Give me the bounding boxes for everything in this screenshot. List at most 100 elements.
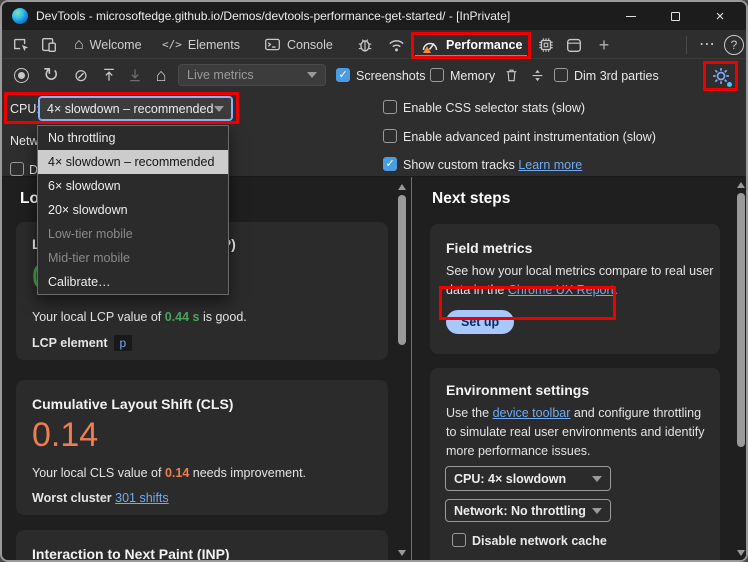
- scroll-up-icon[interactable]: [737, 182, 745, 188]
- warning-triangle-icon: [423, 46, 431, 53]
- tab-console[interactable]: Console: [264, 30, 333, 59]
- memory-panel-button[interactable]: [536, 35, 556, 55]
- help-button[interactable]: ?: [724, 35, 744, 55]
- cpu-throttle-select[interactable]: 4× slowdown – recommended: [38, 96, 233, 121]
- minimize-button[interactable]: [612, 2, 650, 30]
- history-select-value: Live metrics: [187, 68, 254, 82]
- live-metrics-home-button[interactable]: ⌂: [152, 64, 170, 86]
- chevron-down-icon: [592, 508, 602, 514]
- history-select[interactable]: Live metrics: [178, 64, 326, 86]
- inspect-cursor-icon: [12, 36, 30, 54]
- app-box-icon: [565, 36, 583, 54]
- device-toolbar-link[interactable]: device toolbar: [493, 406, 571, 420]
- load-profile-button[interactable]: [100, 66, 118, 84]
- scroll-down-icon[interactable]: [398, 550, 406, 556]
- expand-collapse-icon: [530, 67, 545, 84]
- home-icon: ⌂: [74, 37, 84, 53]
- menu-item-6x-slowdown[interactable]: 6× slowdown: [38, 174, 228, 198]
- chevron-down-icon: [307, 72, 317, 78]
- left-scrollbar[interactable]: [395, 177, 409, 562]
- right-scrollbar[interactable]: [734, 177, 748, 562]
- memory-checkbox[interactable]: [430, 68, 444, 82]
- home-icon: ⌂: [156, 66, 167, 84]
- dim-3rd-parties-checkbox[interactable]: [554, 68, 568, 82]
- refresh-icon: ↻: [43, 66, 59, 85]
- edge-logo-icon: [12, 8, 28, 24]
- help-icon: ?: [731, 39, 738, 51]
- bug-icon: [356, 36, 374, 54]
- dim-3rd-parties-label: Dim 3rd parties: [574, 69, 659, 83]
- debug-button[interactable]: [354, 35, 376, 55]
- chip-icon: [537, 36, 555, 54]
- inp-card-heading: Interaction to Next Paint (INP): [32, 546, 230, 562]
- menu-item-calibrate[interactable]: Calibrate…: [38, 270, 228, 294]
- field-metrics-heading: Field metrics: [446, 240, 532, 256]
- save-profile-button[interactable]: [126, 66, 144, 84]
- environment-line1: Use the device toolbar and configure thr…: [446, 406, 701, 420]
- menu-item-20x-slowdown[interactable]: 20× slowdown: [38, 198, 228, 222]
- clear-button[interactable]: ⊘: [72, 65, 90, 85]
- css-selector-stats-checkbox[interactable]: [383, 100, 397, 114]
- next-steps-heading: Next steps: [432, 190, 510, 208]
- collapse-sections-button[interactable]: [528, 65, 546, 85]
- trash-icon: [504, 67, 519, 83]
- notification-dot: [727, 82, 732, 87]
- set-up-button[interactable]: Set up: [446, 310, 514, 334]
- device-emulation-button[interactable]: [38, 35, 60, 55]
- env-cpu-select-value: CPU: 4× slowdown: [454, 472, 566, 486]
- learn-more-link[interactable]: Learn more: [518, 158, 582, 172]
- env-cpu-select[interactable]: CPU: 4× slowdown: [445, 466, 611, 491]
- inspect-element-button[interactable]: [10, 35, 32, 55]
- screenshots-checkbox[interactable]: [336, 68, 350, 82]
- menu-item-no-throttling[interactable]: No throttling: [38, 126, 228, 150]
- chevron-down-icon: [214, 106, 224, 112]
- menu-item-4x-slowdown[interactable]: 4× slowdown – recommended: [38, 150, 228, 174]
- tab-elements[interactable]: </> Elements: [162, 30, 240, 59]
- worst-cluster-link[interactable]: 301 shifts: [115, 491, 169, 505]
- wifi-icon: [387, 36, 406, 55]
- paint-instrumentation-checkbox[interactable]: [383, 129, 397, 143]
- lcp-sentence: Your local LCP value of 0.44 s is good.: [32, 310, 247, 324]
- left-scrollbar-thumb[interactable]: [398, 195, 406, 345]
- tab-welcome-label: Welcome: [90, 38, 142, 52]
- paint-instrumentation-label: Enable advanced paint instrumentation (s…: [403, 130, 656, 144]
- close-button[interactable]: ×: [700, 2, 740, 30]
- cpu-throttle-label: CPU:: [10, 102, 40, 116]
- field-metrics-line2: data in the Chrome UX Report.: [446, 283, 618, 297]
- cls-card-heading: Cumulative Layout Shift (CLS): [32, 396, 233, 412]
- field-metrics-line1: See how your local metrics compare to re…: [446, 264, 713, 278]
- cpu-throttle-value: 4× slowdown – recommended: [47, 102, 213, 116]
- tab-performance-label: Performance: [446, 38, 522, 52]
- screenshots-label: Screenshots: [356, 69, 425, 83]
- reload-and-record-button[interactable]: ↻: [42, 64, 60, 86]
- network-conditions-button[interactable]: [384, 35, 408, 55]
- more-options-button[interactable]: ⋯: [696, 34, 718, 56]
- disable-js-samples-checkbox[interactable]: [10, 162, 24, 176]
- garbage-collect-button[interactable]: [502, 66, 520, 84]
- application-panel-button[interactable]: [564, 35, 584, 55]
- tabbar-divider: [686, 36, 687, 54]
- crux-report-link[interactable]: Chrome UX Report: [508, 283, 614, 297]
- env-network-select[interactable]: Network: No throttling: [445, 499, 611, 522]
- add-panel-button[interactable]: +: [594, 34, 614, 56]
- menu-item-mid-tier-mobile[interactable]: Mid-tier mobile: [38, 246, 228, 270]
- upload-icon: [101, 67, 117, 83]
- right-scrollbar-thumb[interactable]: [737, 193, 745, 447]
- scroll-down-icon[interactable]: [737, 550, 745, 556]
- disable-network-cache-label: Disable network cache: [472, 534, 607, 548]
- maximize-button[interactable]: [656, 2, 694, 30]
- cls-sentence: Your local CLS value of 0.14 needs impro…: [32, 466, 306, 480]
- lcp-element-link[interactable]: p: [114, 335, 133, 351]
- custom-tracks-checkbox[interactable]: [383, 157, 397, 171]
- scroll-up-icon[interactable]: [398, 184, 406, 190]
- record-button[interactable]: [12, 66, 30, 84]
- capture-settings-button[interactable]: [708, 64, 734, 88]
- tab-welcome[interactable]: ⌂ Welcome: [74, 30, 142, 59]
- code-icon: </>: [162, 39, 182, 50]
- environment-line3: more performance issues.: [446, 444, 591, 458]
- download-icon: [127, 67, 143, 83]
- menu-item-low-tier-mobile[interactable]: Low-tier mobile: [38, 222, 228, 246]
- disable-network-cache-checkbox[interactable]: [452, 533, 466, 547]
- close-icon: ×: [716, 8, 725, 25]
- minimize-icon: [626, 16, 636, 17]
